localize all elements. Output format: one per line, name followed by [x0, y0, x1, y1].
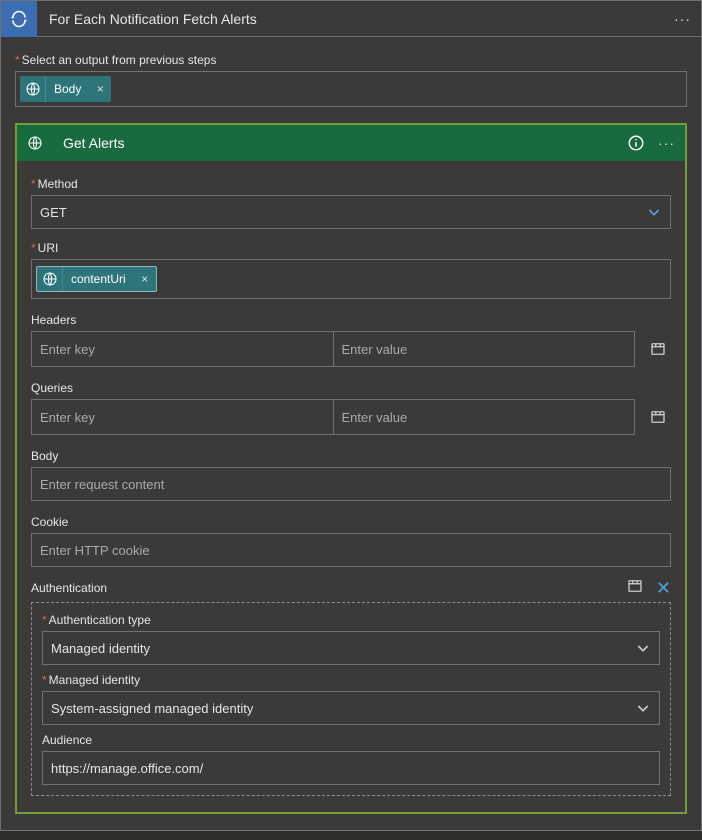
managed-identity-select[interactable]: System-assigned managed identity: [42, 691, 660, 725]
foreach-title[interactable]: For Each Notification Fetch Alerts: [37, 11, 664, 27]
queries-label: Queries: [31, 381, 671, 395]
auth-toggle-icon[interactable]: [626, 577, 644, 598]
http-action-icon: [17, 125, 53, 161]
headers-toggle-icon[interactable]: [645, 340, 671, 358]
http-action-header: Get Alerts ···: [17, 125, 685, 161]
required-star-icon: *: [31, 177, 36, 191]
uri-input[interactable]: contentUri ×: [31, 259, 671, 299]
header-key-input[interactable]: [32, 332, 334, 366]
chevron-down-icon: [635, 700, 651, 716]
foreach-card: For Each Notification Fetch Alerts ··· *…: [0, 0, 702, 831]
token-contenturi[interactable]: contentUri ×: [36, 266, 157, 292]
headers-row: [31, 331, 671, 367]
authentication-label: Authentication: [31, 581, 107, 595]
info-icon[interactable]: [624, 134, 648, 152]
chevron-down-icon: [646, 204, 662, 220]
queries-toggle-icon[interactable]: [645, 408, 671, 426]
audience-label: Audience: [42, 733, 660, 747]
required-star-icon: *: [15, 53, 20, 67]
managed-identity-label: * Managed identity: [42, 673, 660, 687]
auth-type-label: * Authentication type: [42, 613, 660, 627]
token-body-text: Body: [46, 82, 89, 96]
foreach-body: * Select an output from previous steps B…: [1, 37, 701, 830]
cookie-input[interactable]: [31, 533, 671, 567]
foreach-icon: [1, 1, 37, 37]
required-star-icon: *: [42, 613, 47, 627]
token-remove-icon[interactable]: ×: [134, 272, 156, 286]
authentication-section: * Authentication type Managed identity *…: [31, 602, 671, 796]
select-output-input[interactable]: Body ×: [15, 71, 687, 107]
query-key-input[interactable]: [32, 400, 334, 434]
globe-icon: [37, 266, 63, 292]
http-action-title[interactable]: Get Alerts: [53, 135, 624, 151]
query-value-input[interactable]: [334, 400, 635, 434]
http-action-more-icon[interactable]: ···: [648, 135, 685, 151]
auth-close-icon[interactable]: ✕: [656, 579, 671, 597]
http-action-card: Get Alerts ··· * Method GET: [15, 123, 687, 814]
uri-label: * URI: [31, 241, 671, 255]
headers-label: Headers: [31, 313, 671, 327]
chevron-down-icon: [635, 640, 651, 656]
body-input[interactable]: [31, 467, 671, 501]
foreach-more-icon[interactable]: ···: [664, 11, 701, 27]
token-remove-icon[interactable]: ×: [89, 82, 111, 96]
header-value-input[interactable]: [334, 332, 635, 366]
body-label: Body: [31, 449, 671, 463]
foreach-header: For Each Notification Fetch Alerts ···: [1, 1, 701, 37]
auth-type-select[interactable]: Managed identity: [42, 631, 660, 665]
cookie-label: Cookie: [31, 515, 671, 529]
method-select[interactable]: GET: [31, 195, 671, 229]
select-output-label: * Select an output from previous steps: [15, 53, 687, 67]
token-body[interactable]: Body ×: [20, 76, 111, 102]
required-star-icon: *: [31, 241, 36, 255]
globe-icon: [20, 76, 46, 102]
queries-row: [31, 399, 671, 435]
audience-input[interactable]: https://manage.office.com/: [42, 751, 660, 785]
method-label: * Method: [31, 177, 671, 191]
required-star-icon: *: [42, 673, 47, 687]
token-contenturi-text: contentUri: [63, 272, 134, 286]
